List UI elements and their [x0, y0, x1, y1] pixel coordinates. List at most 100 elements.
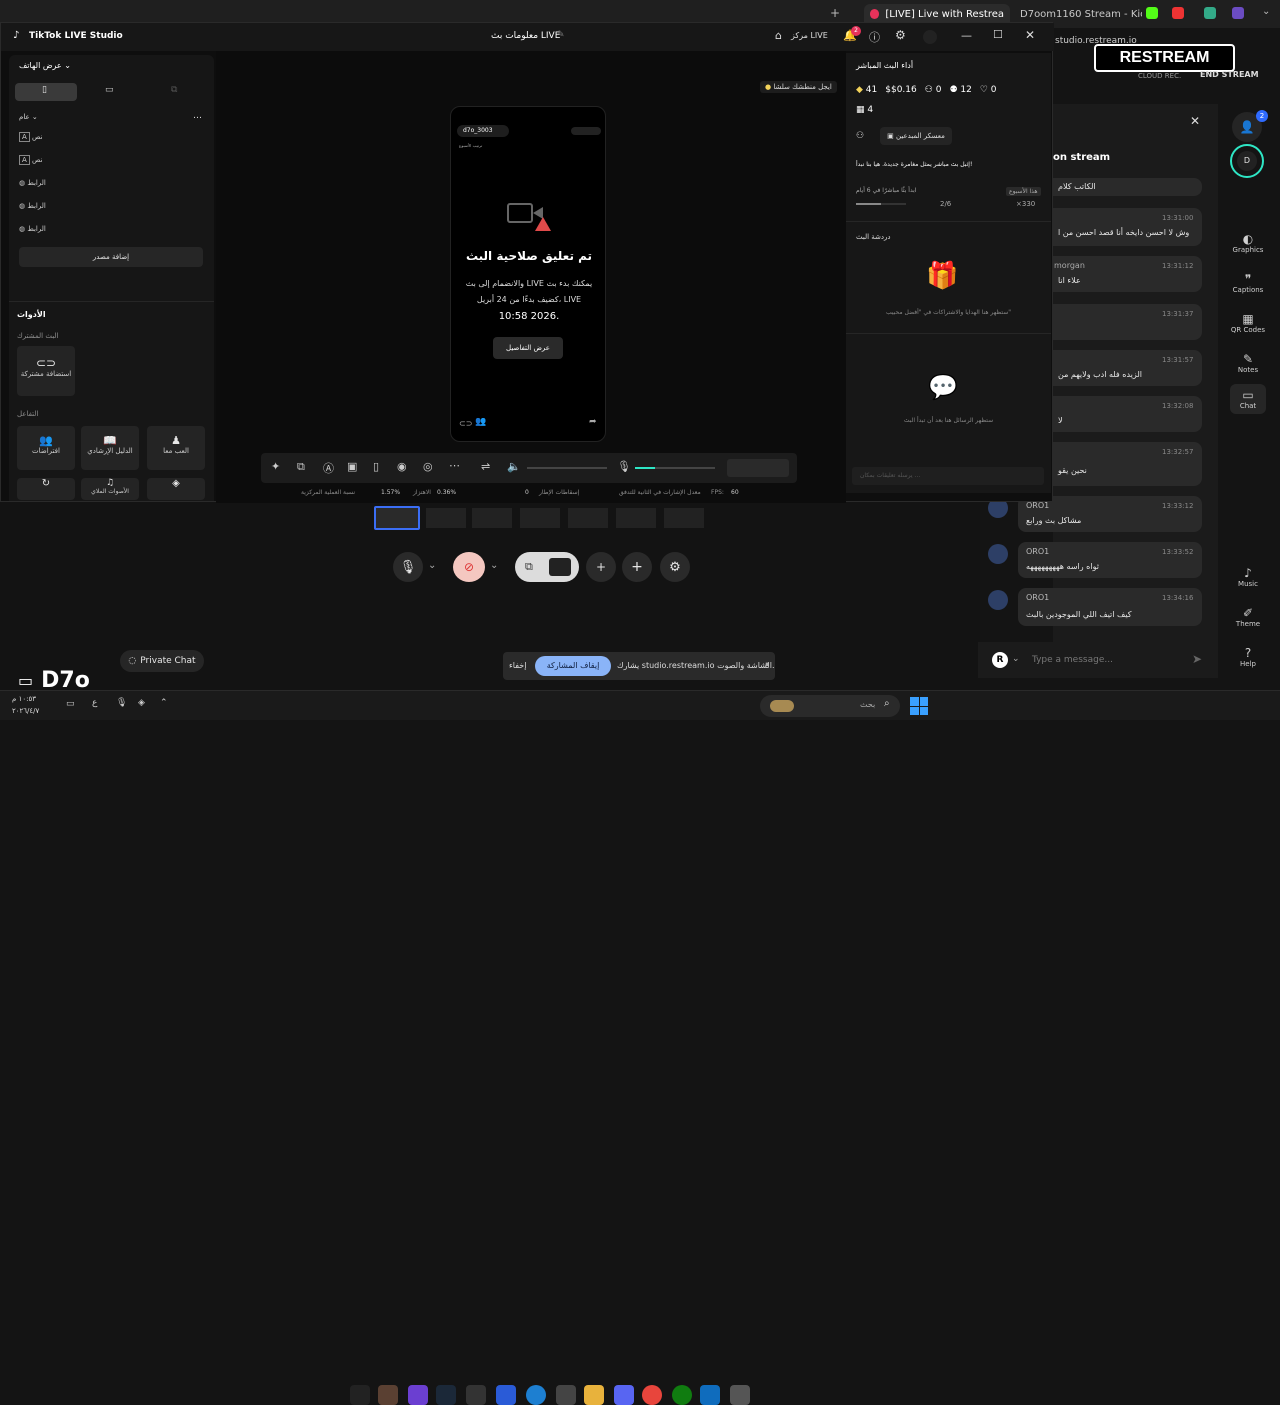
layout-icon[interactable]: ⧉	[171, 85, 177, 95]
sidebar-item-theme[interactable]: ✐ Theme	[1230, 606, 1266, 628]
language-indicator[interactable]: ع	[92, 698, 97, 708]
profile-avatar[interactable]: D	[1230, 144, 1264, 178]
thumbnail-active[interactable]	[374, 506, 420, 530]
landscape-mode-icon[interactable]: ▭	[105, 85, 114, 95]
tool-tile[interactable]: ↻	[17, 478, 75, 500]
camera-off-icon[interactable]: ⊘	[453, 552, 485, 582]
tool-tile[interactable]: 👥 افتراضات	[17, 426, 75, 470]
app-icon[interactable]	[496, 1385, 516, 1405]
thumbnail[interactable]	[664, 508, 704, 528]
chat-input[interactable]: يرسله تعليقات بمكان ...	[852, 467, 1044, 485]
creator-camp-button[interactable]: ▣ معسكر المبدعين	[880, 127, 952, 145]
mixer-icon[interactable]: ⇌	[481, 460, 490, 473]
thumbnail[interactable]	[568, 508, 608, 528]
extension-icon[interactable]	[1204, 7, 1216, 19]
record-icon[interactable]: ◉	[397, 460, 407, 473]
tool-tile[interactable]: 📖 الدليل الإرشادي	[81, 426, 139, 470]
taskbar-search[interactable]: بحث ⌕	[760, 695, 900, 717]
close-icon[interactable]: ✕	[1190, 114, 1200, 128]
end-stream-button[interactable]: END STREAM	[1200, 70, 1259, 79]
sidebar-item-chat[interactable]: ▭ Chat	[1230, 384, 1266, 414]
chevron-up-icon[interactable]: ⌃	[160, 698, 168, 708]
phone-view-selector[interactable]: عرض الهاتف ⌄	[19, 61, 71, 70]
xbox-icon[interactable]	[672, 1385, 692, 1405]
portrait-mode-button[interactable]: ▯	[15, 83, 77, 101]
mic-volume-slider[interactable]	[635, 467, 715, 469]
more-icon[interactable]: …	[193, 111, 202, 121]
chevron-down-icon[interactable]: ⌄	[490, 560, 498, 571]
windows-start-icon[interactable]	[910, 697, 928, 715]
sidebar-item-music[interactable]: ♪ Music	[1230, 566, 1266, 588]
extension-icon[interactable]	[1232, 7, 1244, 19]
help-icon[interactable]: ⓘ	[869, 29, 880, 45]
send-icon[interactable]: ➤	[1192, 652, 1202, 666]
edit-icon[interactable]: ✎	[557, 30, 565, 40]
tool-tile[interactable]: ♫ الأصوات الملاي	[81, 478, 139, 500]
share-icon[interactable]: ➦	[589, 417, 597, 427]
platform-selector[interactable]: R	[992, 652, 1008, 668]
wifi-icon[interactable]: ◈	[138, 698, 145, 708]
microphone-icon[interactable]: 🎙	[617, 460, 631, 473]
speaker-volume-slider[interactable]	[527, 467, 607, 469]
source-item[interactable]: ◍ الرابط	[19, 179, 46, 187]
sidebar-item-qr-codes[interactable]: ▦ QR Codes	[1230, 312, 1266, 334]
sidebar-item-graphics[interactable]: ◐ Graphics	[1230, 232, 1266, 254]
app-icon[interactable]	[556, 1385, 576, 1405]
chevron-down-icon[interactable]: ⌄	[1262, 6, 1270, 17]
camera-icon[interactable]: ◎	[423, 460, 433, 473]
sticker-icon[interactable]: ▣	[347, 460, 357, 473]
source-item[interactable]: ◍ الرابط	[19, 225, 46, 233]
edge-icon[interactable]	[526, 1385, 546, 1405]
minimize-icon[interactable]: —	[961, 29, 972, 42]
effects-icon[interactable]: ⧉	[297, 460, 305, 474]
thumbnail[interactable]	[616, 508, 656, 528]
live-info-title[interactable]: معلومات بث LIVE	[491, 31, 560, 41]
clock[interactable]: ١٠:٥٣ م ٢٠٢٦/٤/٧	[12, 693, 39, 717]
link-icon[interactable]: ⊂⊃	[459, 419, 472, 428]
magic-wand-icon[interactable]: ✦	[271, 460, 280, 473]
settings-icon[interactable]: ⚙	[895, 28, 906, 42]
extension-icon[interactable]	[1172, 7, 1184, 19]
tool-tile[interactable]: ♟ العب معا	[147, 426, 205, 470]
close-icon[interactable]: ✕	[1025, 28, 1035, 42]
add-source-button[interactable]: إضافة مصدر	[19, 247, 203, 267]
app-icon[interactable]	[378, 1385, 398, 1405]
sidebar-item-help[interactable]: ? Help	[1230, 646, 1266, 668]
tab-kick-dashboard[interactable]: D7oom1160 Stream - Kick Das	[1014, 4, 1142, 24]
more-icon[interactable]: ⋯	[449, 459, 460, 472]
tab-restream-live[interactable]: [LIVE] Live with Restrea	[864, 4, 1010, 24]
go-live-button[interactable]	[727, 459, 789, 477]
app-icon[interactable]	[408, 1385, 428, 1405]
people-icon[interactable]: 👥	[475, 417, 486, 427]
sidebar-item-notes[interactable]: ✎ Notes	[1230, 352, 1266, 374]
thumbnail[interactable]	[472, 508, 512, 528]
sidebar-item-captions[interactable]: ❞ Captions	[1230, 272, 1266, 294]
thumbnail[interactable]	[520, 508, 560, 528]
settings-icon[interactable]: ⚙	[660, 552, 690, 582]
new-tab-icon[interactable]: +	[830, 6, 840, 20]
source-item[interactable]: ◍ الرابط	[19, 202, 46, 210]
phone-icon[interactable]: ▯	[373, 460, 379, 473]
guest-share-tool[interactable]: ⊂⊃ استضافة مشتركة	[17, 346, 75, 396]
folder-icon[interactable]	[584, 1385, 604, 1405]
plus-icon[interactable]: +	[622, 552, 652, 582]
app-icon[interactable]	[730, 1385, 750, 1405]
chevron-down-icon[interactable]: ⌄	[1012, 654, 1020, 664]
maximize-icon[interactable]: ☐	[993, 28, 1003, 41]
private-chat-button[interactable]: ◌ Private Chat	[120, 650, 204, 672]
user-icon[interactable]: ⚇	[856, 131, 864, 141]
home-icon[interactable]: ⌂	[775, 29, 782, 42]
discord-icon[interactable]	[614, 1385, 634, 1405]
mail-icon[interactable]	[700, 1385, 720, 1405]
chevron-down-icon[interactable]: ⌄	[428, 560, 436, 571]
app-icon[interactable]	[466, 1385, 486, 1405]
speaker-icon[interactable]: 🔈	[507, 460, 521, 473]
tool-tile[interactable]: ◈	[147, 478, 205, 500]
thumbnail[interactable]	[426, 508, 466, 528]
view-details-button[interactable]: عرض التفاصيل	[493, 337, 563, 359]
ai-icon[interactable]: Ⓐ	[323, 460, 334, 476]
section-general[interactable]: عام ⌄	[19, 113, 38, 121]
add-person-icon[interactable]: +	[586, 552, 616, 582]
notification-icon[interactable]: ▭	[66, 699, 75, 709]
hide-button[interactable]: إخفاء	[509, 661, 526, 670]
